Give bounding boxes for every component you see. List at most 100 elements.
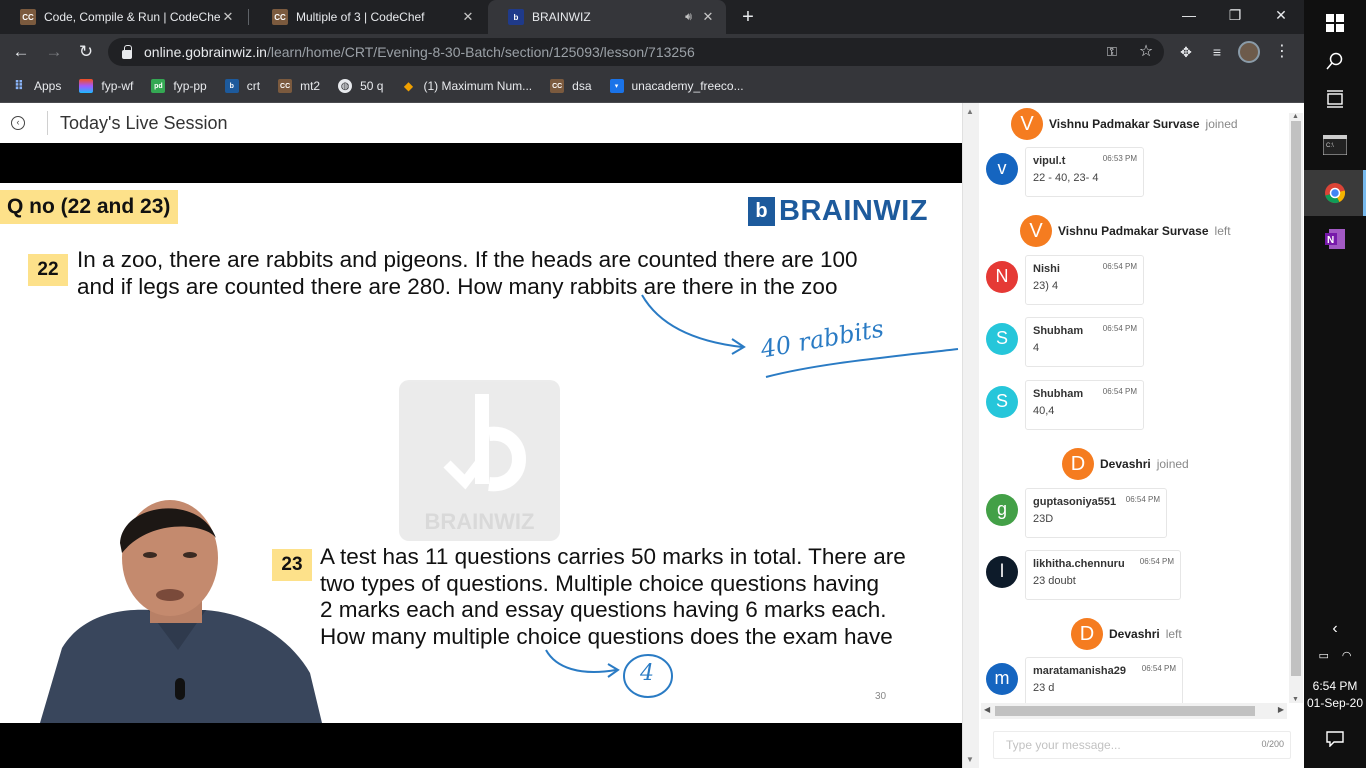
live-video-player[interactable]: Q no (22 and 23) b BRAINWIZ 22 In a zoo,… xyxy=(0,143,962,768)
avatar: N xyxy=(986,261,1018,293)
event-action: left xyxy=(1214,224,1231,238)
close-tab-icon[interactable]: ✕ xyxy=(700,9,716,25)
scroll-down-icon[interactable]: ▼ xyxy=(1292,696,1299,703)
bookmark-50q[interactable]: ◍ 50 q xyxy=(338,79,383,93)
scroll-left-icon[interactable]: ◀ xyxy=(984,705,990,714)
close-tab-icon[interactable]: ✕ xyxy=(220,9,236,25)
battery-icon[interactable]: ▭ xyxy=(1318,649,1328,662)
scrollbar-thumb[interactable] xyxy=(995,706,1255,716)
new-tab-button[interactable]: + xyxy=(738,6,758,28)
chat-message-input[interactable] xyxy=(994,732,1244,758)
browser-toolbar: ← → ↻ online.gobrainwiz.in/learn/home/CR… xyxy=(0,34,1304,70)
avatar: D xyxy=(1071,618,1103,650)
brainwiz-logo-text: BRAINWIZ xyxy=(779,195,928,227)
message-text: 23D xyxy=(1033,513,1054,525)
page-title: Today's Live Session xyxy=(60,112,228,133)
message-text: 40,4 xyxy=(1033,405,1055,417)
brainwiz-logo-icon: b xyxy=(748,197,775,226)
bookmark-mt2[interactable]: CC mt2 xyxy=(278,79,320,93)
close-window-button[interactable]: ✕ xyxy=(1258,4,1304,26)
tab-divider xyxy=(248,9,249,25)
chat-message-list[interactable]: V Vishnu Padmakar Survase joined v vipul… xyxy=(981,103,1287,703)
media-control-icon[interactable]: ≡ xyxy=(1205,40,1229,64)
chat-message: g guptasoniya551 06:54 PM 23D xyxy=(986,488,1167,538)
speaker-icon[interactable]: 🔊︎ xyxy=(685,11,692,24)
tab-brainwiz-active[interactable]: b BRAINWIZ 🔊︎ ✕ xyxy=(488,0,726,34)
bookmark-label: crt xyxy=(246,79,261,93)
bookmark-label: mt2 xyxy=(300,79,321,93)
question-23-line: A test has 11 questions carries 50 marks… xyxy=(320,544,906,569)
scroll-up-icon[interactable]: ▲ xyxy=(1292,113,1299,120)
system-clock[interactable]: 6:54 PM 01-Sep-20 xyxy=(1304,678,1366,712)
svg-text:C:\: C:\ xyxy=(1326,143,1334,149)
restore-button[interactable]: ❐ xyxy=(1212,4,1258,26)
handwritten-answer-23: 4 xyxy=(640,661,654,686)
avatar: l xyxy=(986,556,1018,588)
scroll-right-icon[interactable]: ▶ xyxy=(1278,705,1284,714)
event-action: joined xyxy=(1205,117,1238,131)
terminal-app-icon[interactable]: C:\ xyxy=(1304,122,1366,168)
page-scrollbar[interactable]: ▲ ▼ xyxy=(963,103,979,768)
avatar: S xyxy=(986,323,1018,355)
task-view-icon[interactable] xyxy=(1304,76,1366,122)
chat-vertical-scrollbar[interactable]: ▲ ▼ xyxy=(1289,113,1303,703)
bookmark-crt[interactable]: b crt xyxy=(224,79,261,93)
avatar: v xyxy=(986,153,1018,185)
forward-button[interactable]: → xyxy=(42,40,66,64)
back-button[interactable]: ← xyxy=(9,40,33,64)
chat-horizontal-scrollbar[interactable]: ◀ ▶ xyxy=(981,703,1287,719)
key-icon[interactable]: ⚿ xyxy=(1102,42,1122,62)
avatar: g xyxy=(986,494,1018,526)
windows-taskbar: C:\ N ‹ ▭ ◠ 6:54 PM 01-Sep-20 xyxy=(1304,0,1366,768)
hackerrank-icon: ◆ xyxy=(403,79,414,93)
chat-event: V Vishnu Padmakar Survase joined xyxy=(1011,108,1238,140)
bookmark-apps[interactable]: ⠿ Apps xyxy=(12,78,62,93)
lecture-slide: Q no (22 and 23) b BRAINWIZ 22 In a zoo,… xyxy=(0,183,962,723)
bookmark-label: (1) Maximum Num... xyxy=(423,79,533,93)
bookmark-label: fyp-wf xyxy=(101,79,134,93)
message-bubble: likhitha.chennuru 06:54 PM 23 doubt xyxy=(1025,550,1181,600)
chat-event: D Devashri left xyxy=(1071,618,1182,650)
notifications-icon[interactable] xyxy=(1304,716,1366,762)
message-bubble: Nishi 06:54 PM 23) 4 xyxy=(1025,255,1144,305)
bookmark-fyp-pp[interactable]: pd fyp-pp xyxy=(151,79,207,93)
bookmark-maximum-num[interactable]: ◆ (1) Maximum Num... xyxy=(401,79,532,93)
slide-page-number: 30 xyxy=(875,691,887,702)
scroll-up-icon[interactable]: ▲ xyxy=(966,107,974,116)
tab-title: Multiple of 3 | CodeChef xyxy=(296,10,425,24)
message-time: 06:54 PM xyxy=(1102,262,1137,271)
scroll-down-icon[interactable]: ▼ xyxy=(966,755,974,764)
onenote-app-icon[interactable]: N xyxy=(1304,216,1366,262)
chrome-app-icon[interactable] xyxy=(1304,170,1366,216)
message-text: 23 doubt xyxy=(1033,575,1076,587)
wifi-icon[interactable]: ◠ xyxy=(1342,649,1352,662)
bookmark-label: Apps xyxy=(34,79,62,93)
question-number-22: 22 xyxy=(28,254,68,286)
address-bar[interactable]: online.gobrainwiz.in/learn/home/CRT/Even… xyxy=(108,38,1164,66)
star-icon[interactable]: ☆ xyxy=(1136,42,1156,62)
codechef-icon: CC xyxy=(550,79,565,93)
chat-message: m maratamanisha29 06:54 PM 23 d xyxy=(986,657,1183,703)
reload-button[interactable]: ↻ xyxy=(74,40,98,64)
profile-avatar[interactable] xyxy=(1238,41,1260,63)
extensions-icon[interactable]: ✥ xyxy=(1174,40,1198,64)
minimize-button[interactable]: — xyxy=(1166,4,1212,26)
brainwiz-icon: b xyxy=(224,79,239,93)
scrollbar-thumb[interactable] xyxy=(1291,121,1301,676)
avatar: V xyxy=(1011,108,1043,140)
avatar: S xyxy=(986,386,1018,418)
bookmark-dsa[interactable]: CC dsa xyxy=(550,79,592,93)
tab-codechef-compile[interactable]: CC Code, Compile & Run | CodeChef ✕ xyxy=(0,0,246,34)
message-bubble: maratamanisha29 06:54 PM 23 d xyxy=(1025,657,1183,703)
svg-text:N: N xyxy=(1327,235,1334,246)
menu-icon[interactable]: ⋮ xyxy=(1270,40,1294,64)
tab-multiple-of-3[interactable]: CC Multiple of 3 | CodeChef ✕ xyxy=(252,0,486,34)
chat-message: S Shubham 06:54 PM 4 xyxy=(986,317,1144,367)
close-tab-icon[interactable]: ✕ xyxy=(460,9,476,25)
back-circle-icon[interactable]: ‹ xyxy=(11,116,25,130)
message-time: 06:53 PM xyxy=(1102,154,1137,163)
chat-message: S Shubham 06:54 PM 40,4 xyxy=(986,380,1144,430)
bookmark-unacademy[interactable]: ▾ unacademy_freeco... xyxy=(609,79,744,93)
lock-icon[interactable] xyxy=(122,44,132,59)
bookmark-fyp-wf[interactable]: fyp-wf xyxy=(79,79,133,93)
